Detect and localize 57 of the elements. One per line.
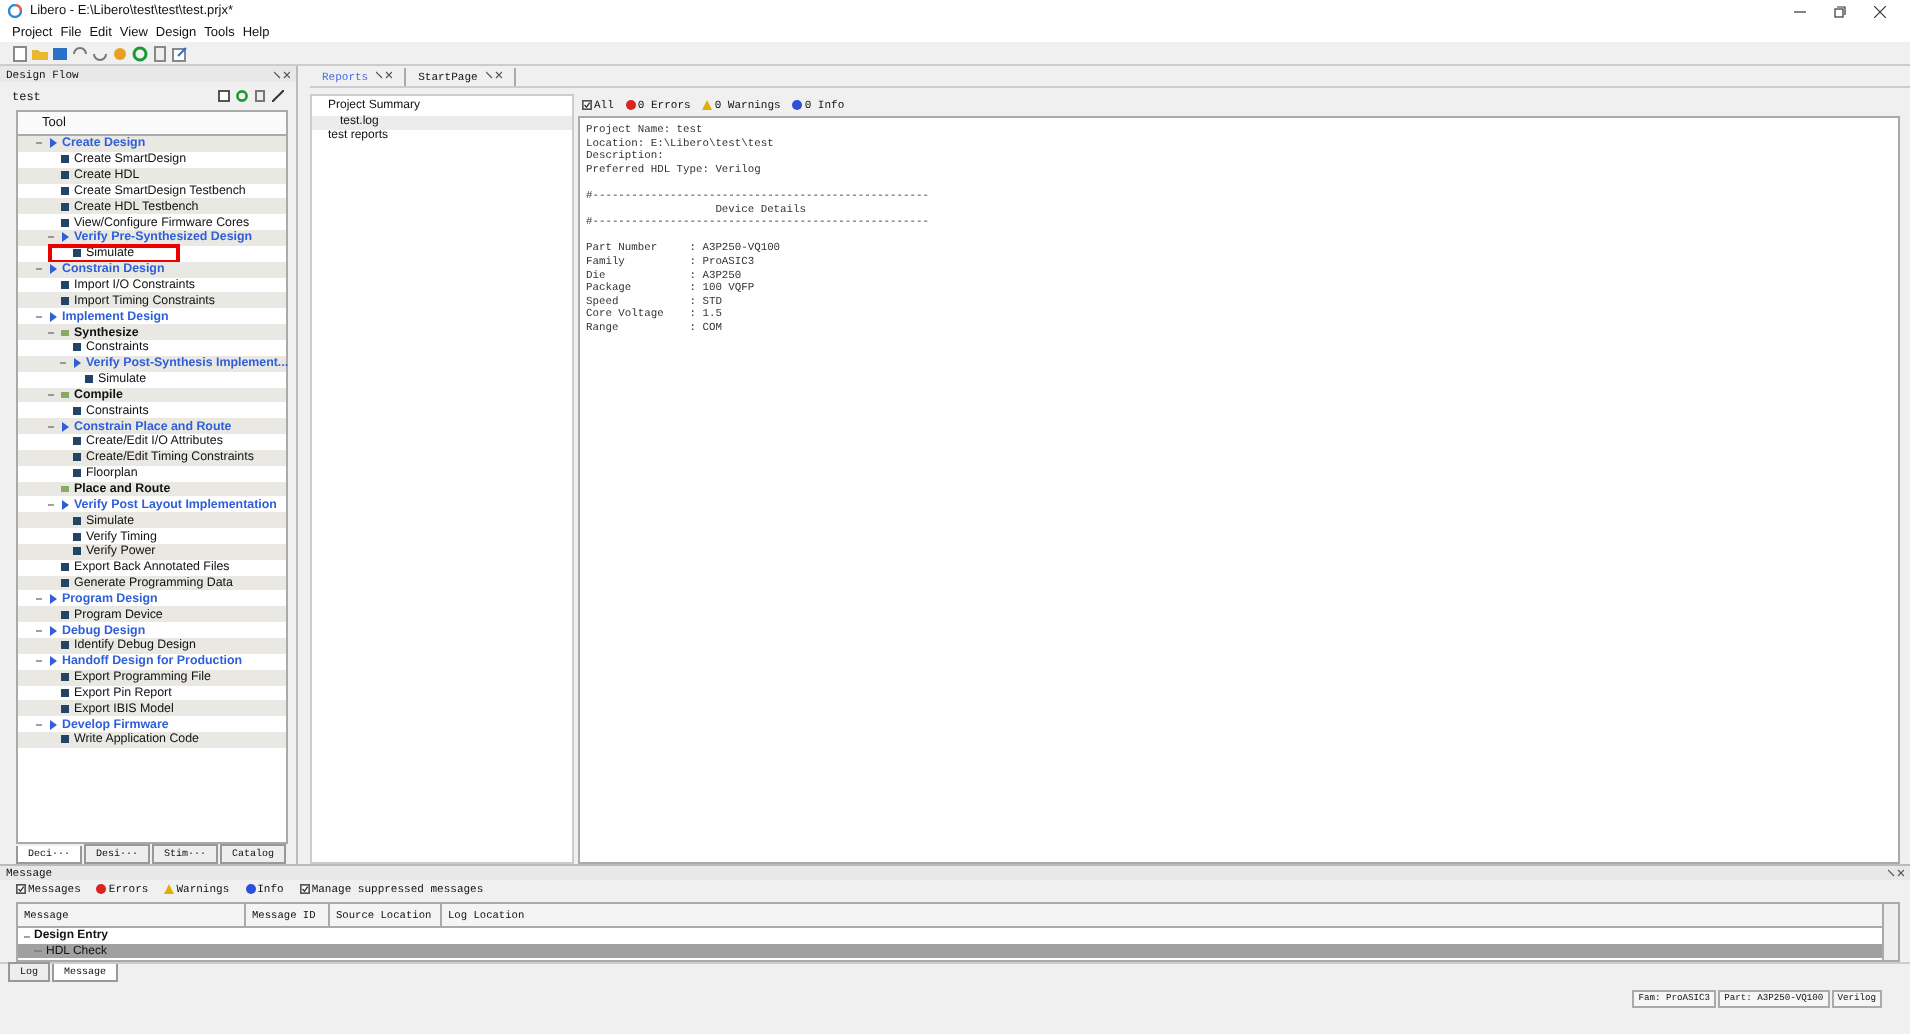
document-icon[interactable] xyxy=(152,45,168,61)
run-icon[interactable] xyxy=(236,90,248,102)
pin-close-icon[interactable] xyxy=(274,69,290,79)
triangle-icon xyxy=(72,358,82,369)
triangle-icon xyxy=(48,311,58,322)
collapse-icon[interactable] xyxy=(22,931,32,942)
collapse-icon[interactable] xyxy=(34,138,44,149)
collapse-icon[interactable] xyxy=(34,264,44,275)
pin-close-icon[interactable] xyxy=(1888,868,1904,878)
triangle-icon xyxy=(60,499,70,510)
minimize-icon[interactable] xyxy=(1794,5,1806,17)
collapse-icon[interactable] xyxy=(46,421,56,432)
pin-close-icon[interactable] xyxy=(485,69,502,79)
warning-icon xyxy=(164,884,175,895)
triangle-icon xyxy=(48,625,58,636)
collapse-icon[interactable] xyxy=(34,593,44,604)
collapse-icon[interactable] xyxy=(46,389,56,400)
collapse-all-icon[interactable] xyxy=(218,90,230,102)
triangle-icon xyxy=(48,264,58,275)
run-icon[interactable] xyxy=(132,45,148,61)
tool-icon xyxy=(60,609,70,620)
app-logo-icon xyxy=(8,4,22,18)
scrollbar[interactable] xyxy=(1882,904,1898,960)
save-icon[interactable] xyxy=(52,45,68,61)
collapse-icon[interactable] xyxy=(46,499,56,510)
collapse-icon[interactable] xyxy=(46,327,56,338)
info-icon xyxy=(792,100,803,110)
document-icon[interactable] xyxy=(254,90,266,102)
collapse-icon[interactable] xyxy=(34,719,44,730)
collapse-icon[interactable] xyxy=(46,232,56,243)
collapse-icon[interactable] xyxy=(34,311,44,322)
tree-line-icon xyxy=(34,946,44,957)
triangle-icon xyxy=(60,232,70,243)
restore-icon[interactable] xyxy=(1834,5,1846,17)
tool-icon xyxy=(60,640,70,651)
collapse-icon[interactable] xyxy=(34,625,44,636)
tool-icon xyxy=(60,734,70,745)
export-icon[interactable] xyxy=(172,45,188,61)
triangle-icon xyxy=(48,593,58,604)
collapse-icon[interactable] xyxy=(34,656,44,667)
triangle-icon xyxy=(60,421,70,432)
collapse-icon[interactable] xyxy=(58,358,68,369)
error-icon xyxy=(625,100,636,110)
close-icon[interactable] xyxy=(1874,5,1886,17)
warning-icon xyxy=(702,100,713,110)
triangle-icon xyxy=(48,138,58,149)
new-file-icon[interactable] xyxy=(12,45,28,61)
checkbox-icon[interactable] xyxy=(582,100,592,110)
tool-icon xyxy=(72,248,82,259)
info-icon xyxy=(245,884,256,895)
triangle-icon xyxy=(48,719,58,730)
error-icon xyxy=(96,884,107,895)
pin-close-icon[interactable] xyxy=(376,69,393,79)
checkbox-icon[interactable] xyxy=(16,884,26,895)
checkbox-icon[interactable] xyxy=(299,884,310,895)
tool-icon xyxy=(84,374,94,385)
triangle-icon xyxy=(48,656,58,667)
